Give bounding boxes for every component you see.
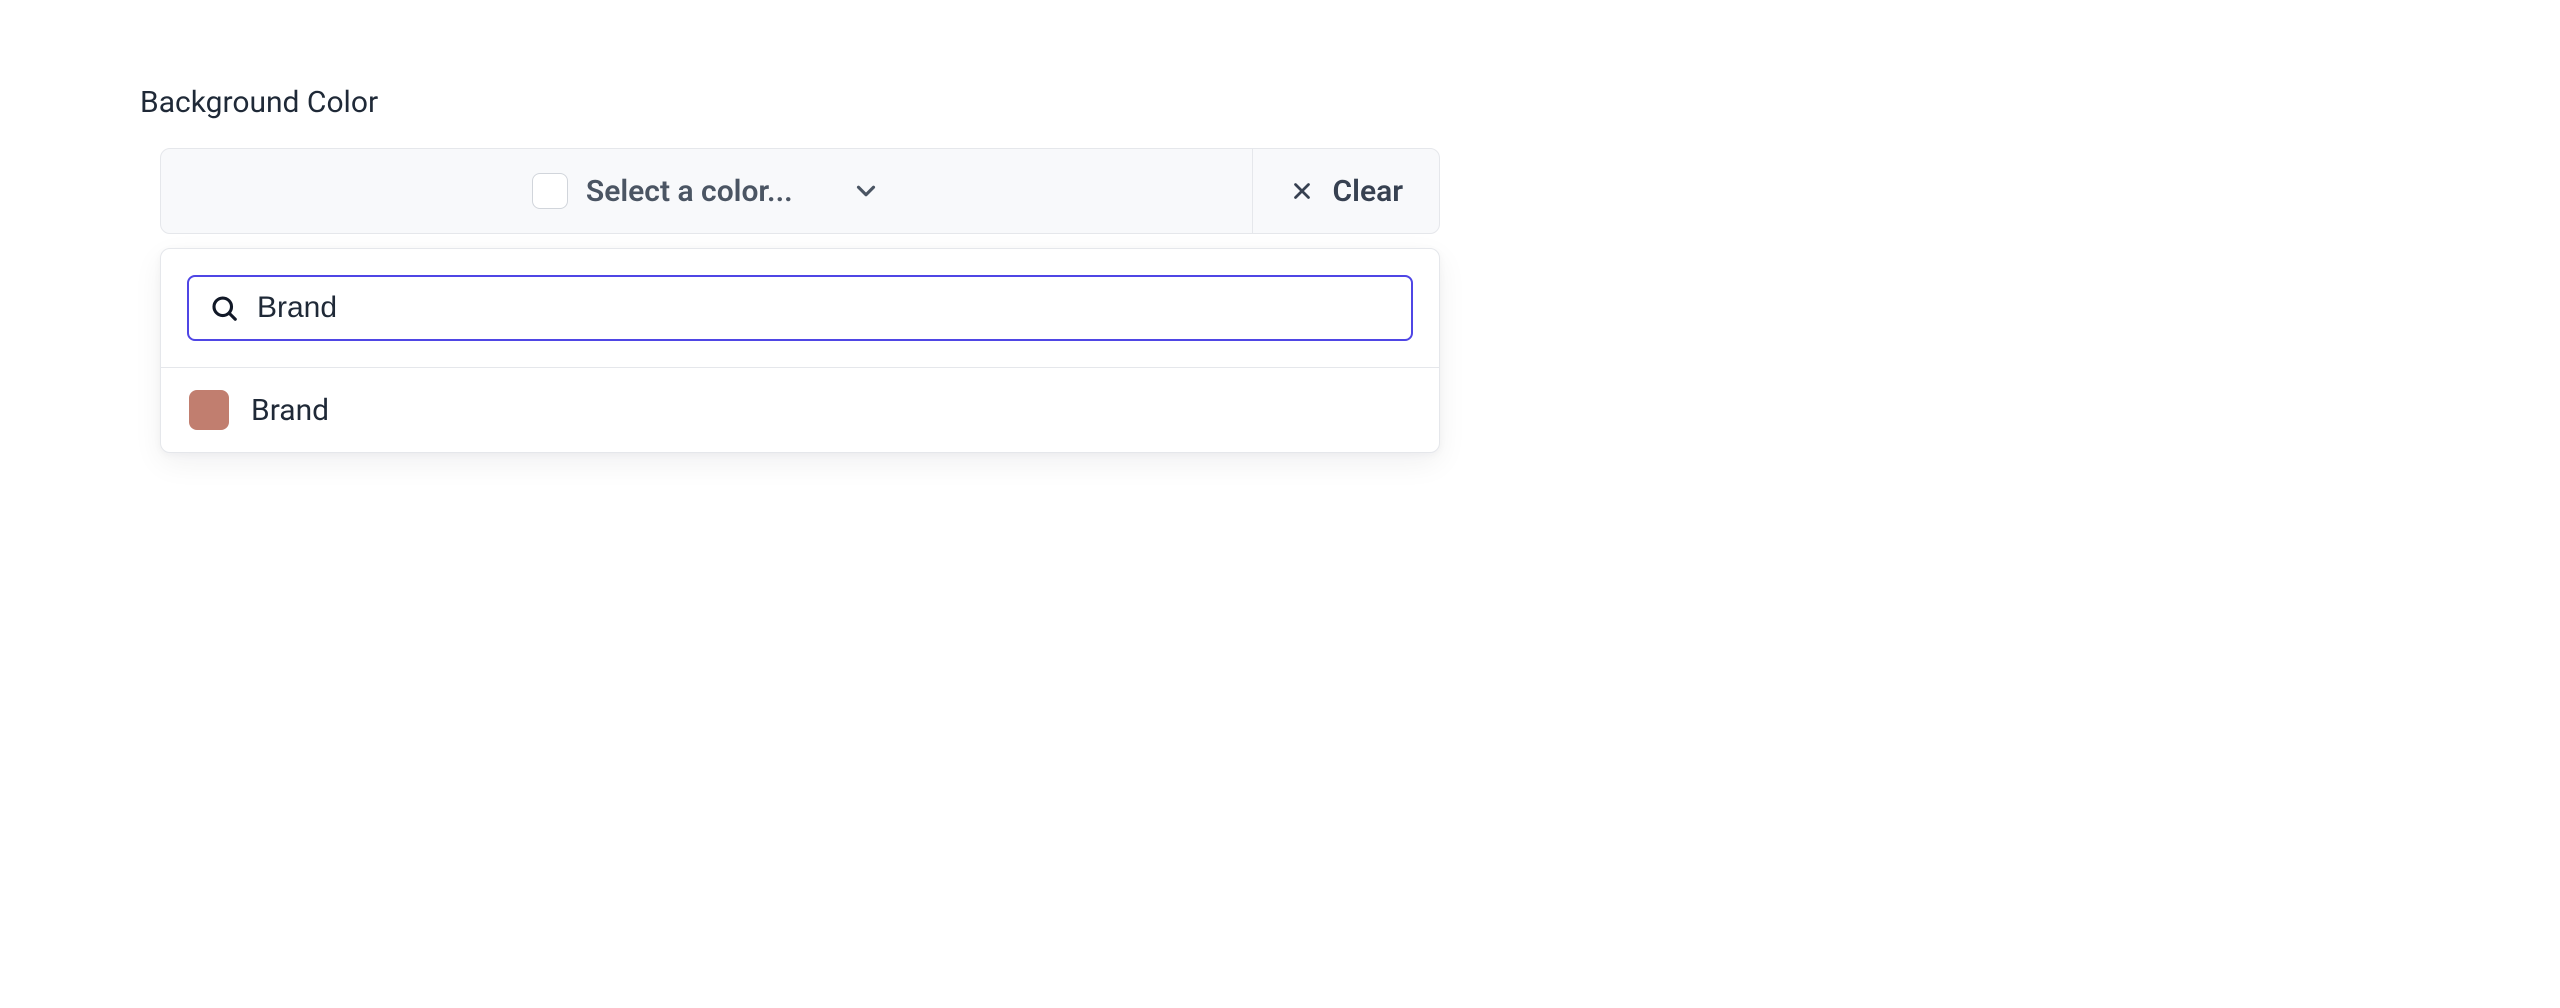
color-select-display: Select a color... bbox=[532, 173, 881, 209]
color-option[interactable]: Brand bbox=[161, 368, 1439, 452]
search-row bbox=[161, 249, 1439, 368]
field-label: Background Color bbox=[140, 85, 1440, 120]
color-dropdown: Brand bbox=[160, 248, 1440, 453]
search-icon bbox=[209, 293, 239, 323]
close-icon bbox=[1289, 178, 1315, 204]
color-select-button[interactable]: Select a color... bbox=[161, 149, 1252, 233]
clear-button-label: Clear bbox=[1333, 174, 1403, 209]
chevron-down-icon bbox=[851, 176, 881, 206]
search-box bbox=[187, 275, 1413, 341]
color-swatch bbox=[189, 390, 229, 430]
color-option-label: Brand bbox=[251, 393, 329, 428]
clear-button[interactable]: Clear bbox=[1252, 149, 1439, 233]
color-select-row: Select a color... Clear bbox=[160, 148, 1440, 234]
search-input[interactable] bbox=[257, 291, 1391, 325]
color-select-placeholder: Select a color... bbox=[586, 174, 793, 209]
selected-color-swatch bbox=[532, 173, 568, 209]
